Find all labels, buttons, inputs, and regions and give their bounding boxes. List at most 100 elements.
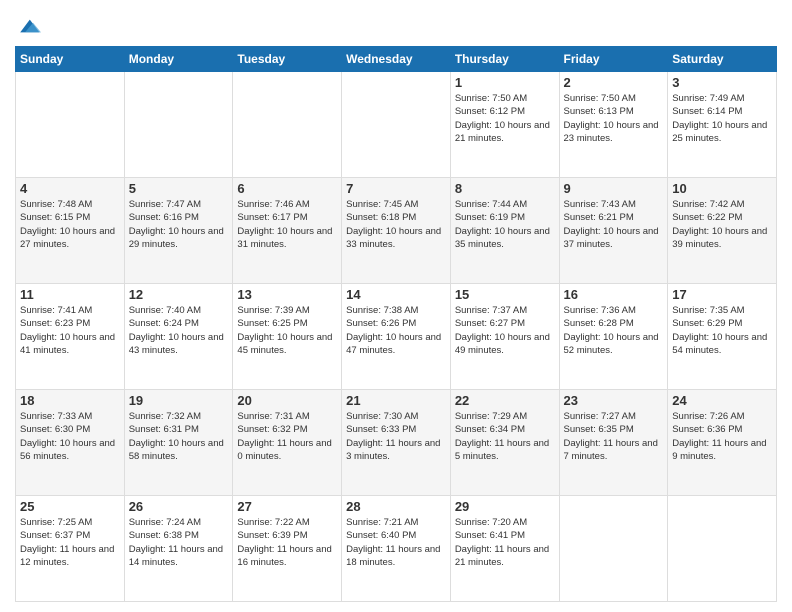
calendar-cell: 12 Sunrise: 7:40 AMSunset: 6:24 PMDayligh…: [124, 284, 233, 390]
day-detail: Sunrise: 7:33 AMSunset: 6:30 PMDaylight:…: [20, 410, 120, 463]
calendar-cell: 28 Sunrise: 7:21 AMSunset: 6:40 PMDayligh…: [342, 496, 451, 602]
day-detail: Sunrise: 7:25 AMSunset: 6:37 PMDaylight:…: [20, 516, 120, 569]
day-detail: Sunrise: 7:29 AMSunset: 6:34 PMDaylight:…: [455, 410, 555, 463]
day-number: 2: [564, 75, 664, 90]
day-number: 11: [20, 287, 120, 302]
day-number: 5: [129, 181, 229, 196]
calendar-cell: 25 Sunrise: 7:25 AMSunset: 6:37 PMDayligh…: [16, 496, 125, 602]
day-detail: Sunrise: 7:44 AMSunset: 6:19 PMDaylight:…: [455, 198, 555, 251]
calendar-cell: 16 Sunrise: 7:36 AMSunset: 6:28 PMDayligh…: [559, 284, 668, 390]
calendar-week-row: 18 Sunrise: 7:33 AMSunset: 6:30 PMDayligh…: [16, 390, 777, 496]
calendar-cell: 2 Sunrise: 7:50 AMSunset: 6:13 PMDaylight…: [559, 72, 668, 178]
calendar-week-row: 25 Sunrise: 7:25 AMSunset: 6:37 PMDayligh…: [16, 496, 777, 602]
day-detail: Sunrise: 7:26 AMSunset: 6:36 PMDaylight:…: [672, 410, 772, 463]
calendar-cell: 4 Sunrise: 7:48 AMSunset: 6:15 PMDaylight…: [16, 178, 125, 284]
calendar-cell: 22 Sunrise: 7:29 AMSunset: 6:34 PMDayligh…: [450, 390, 559, 496]
calendar-header-row: SundayMondayTuesdayWednesdayThursdayFrid…: [16, 47, 777, 72]
calendar-cell: 21 Sunrise: 7:30 AMSunset: 6:33 PMDayligh…: [342, 390, 451, 496]
calendar-page: SundayMondayTuesdayWednesdayThursdayFrid…: [0, 0, 792, 612]
logo: [15, 14, 41, 38]
calendar-cell: [233, 72, 342, 178]
calendar-cell: 19 Sunrise: 7:32 AMSunset: 6:31 PMDayligh…: [124, 390, 233, 496]
day-number: 26: [129, 499, 229, 514]
day-number: 16: [564, 287, 664, 302]
day-detail: Sunrise: 7:39 AMSunset: 6:25 PMDaylight:…: [237, 304, 337, 357]
day-number: 22: [455, 393, 555, 408]
day-detail: Sunrise: 7:43 AMSunset: 6:21 PMDaylight:…: [564, 198, 664, 251]
calendar-cell: 17Sunrise: 7:35 AMSunset: 6:29 PMDayligh…: [668, 284, 777, 390]
day-number: 25: [20, 499, 120, 514]
calendar-cell: 5 Sunrise: 7:47 AMSunset: 6:16 PMDaylight…: [124, 178, 233, 284]
calendar-cell: 15Sunrise: 7:37 AMSunset: 6:27 PMDayligh…: [450, 284, 559, 390]
calendar-cell: 29Sunrise: 7:20 AMSunset: 6:41 PMDayligh…: [450, 496, 559, 602]
day-header-monday: Monday: [124, 47, 233, 72]
calendar-cell: [342, 72, 451, 178]
day-number: 12: [129, 287, 229, 302]
calendar-cell: [559, 496, 668, 602]
day-detail: Sunrise: 7:32 AMSunset: 6:31 PMDaylight:…: [129, 410, 229, 463]
calendar-cell: 26 Sunrise: 7:24 AMSunset: 6:38 PMDayligh…: [124, 496, 233, 602]
day-detail: Sunrise: 7:47 AMSunset: 6:16 PMDaylight:…: [129, 198, 229, 251]
day-number: 4: [20, 181, 120, 196]
calendar-cell: 7 Sunrise: 7:45 AMSunset: 6:18 PMDaylight…: [342, 178, 451, 284]
day-number: 19: [129, 393, 229, 408]
day-detail: Sunrise: 7:27 AMSunset: 6:35 PMDaylight:…: [564, 410, 664, 463]
calendar-cell: 20Sunrise: 7:31 AMSunset: 6:32 PMDayligh…: [233, 390, 342, 496]
calendar-cell: 3 Sunrise: 7:49 AMSunset: 6:14 PMDaylight…: [668, 72, 777, 178]
day-detail: Sunrise: 7:49 AMSunset: 6:14 PMDaylight:…: [672, 92, 772, 145]
calendar-table: SundayMondayTuesdayWednesdayThursdayFrid…: [15, 46, 777, 602]
day-detail: Sunrise: 7:37 AMSunset: 6:27 PMDaylight:…: [455, 304, 555, 357]
day-detail: Sunrise: 7:46 AMSunset: 6:17 PMDaylight:…: [237, 198, 337, 251]
day-number: 24: [672, 393, 772, 408]
calendar-week-row: 11 Sunrise: 7:41 AMSunset: 6:23 PMDayligh…: [16, 284, 777, 390]
day-number: 9: [564, 181, 664, 196]
day-number: 7: [346, 181, 446, 196]
day-detail: Sunrise: 7:21 AMSunset: 6:40 PMDaylight:…: [346, 516, 446, 569]
day-number: 21: [346, 393, 446, 408]
day-detail: Sunrise: 7:24 AMSunset: 6:38 PMDaylight:…: [129, 516, 229, 569]
calendar-cell: 1 Sunrise: 7:50 AMSunset: 6:12 PMDaylight…: [450, 72, 559, 178]
day-detail: Sunrise: 7:35 AMSunset: 6:29 PMDaylight:…: [672, 304, 772, 357]
day-number: 27: [237, 499, 337, 514]
calendar-cell: 14 Sunrise: 7:38 AMSunset: 6:26 PMDayligh…: [342, 284, 451, 390]
day-detail: Sunrise: 7:41 AMSunset: 6:23 PMDaylight:…: [20, 304, 120, 357]
logo-icon: [17, 14, 41, 38]
day-header-saturday: Saturday: [668, 47, 777, 72]
day-number: 18: [20, 393, 120, 408]
day-header-thursday: Thursday: [450, 47, 559, 72]
day-detail: Sunrise: 7:36 AMSunset: 6:28 PMDaylight:…: [564, 304, 664, 357]
calendar-cell: [668, 496, 777, 602]
calendar-cell: 8 Sunrise: 7:44 AMSunset: 6:19 PMDaylight…: [450, 178, 559, 284]
calendar-cell: 23 Sunrise: 7:27 AMSunset: 6:35 PMDayligh…: [559, 390, 668, 496]
calendar-cell: 18 Sunrise: 7:33 AMSunset: 6:30 PMDayligh…: [16, 390, 125, 496]
calendar-cell: 11 Sunrise: 7:41 AMSunset: 6:23 PMDayligh…: [16, 284, 125, 390]
day-number: 14: [346, 287, 446, 302]
day-number: 3: [672, 75, 772, 90]
day-number: 28: [346, 499, 446, 514]
day-detail: Sunrise: 7:20 AMSunset: 6:41 PMDaylight:…: [455, 516, 555, 569]
day-header-sunday: Sunday: [16, 47, 125, 72]
day-header-wednesday: Wednesday: [342, 47, 451, 72]
day-detail: Sunrise: 7:22 AMSunset: 6:39 PMDaylight:…: [237, 516, 337, 569]
day-detail: Sunrise: 7:38 AMSunset: 6:26 PMDaylight:…: [346, 304, 446, 357]
calendar-week-row: 4 Sunrise: 7:48 AMSunset: 6:15 PMDaylight…: [16, 178, 777, 284]
day-header-friday: Friday: [559, 47, 668, 72]
day-detail: Sunrise: 7:30 AMSunset: 6:33 PMDaylight:…: [346, 410, 446, 463]
calendar-cell: 24 Sunrise: 7:26 AMSunset: 6:36 PMDayligh…: [668, 390, 777, 496]
day-detail: Sunrise: 7:50 AMSunset: 6:12 PMDaylight:…: [455, 92, 555, 145]
day-number: 1: [455, 75, 555, 90]
day-number: 8: [455, 181, 555, 196]
calendar-cell: 10 Sunrise: 7:42 AMSunset: 6:22 PMDayligh…: [668, 178, 777, 284]
day-detail: Sunrise: 7:48 AMSunset: 6:15 PMDaylight:…: [20, 198, 120, 251]
day-detail: Sunrise: 7:45 AMSunset: 6:18 PMDaylight:…: [346, 198, 446, 251]
day-detail: Sunrise: 7:50 AMSunset: 6:13 PMDaylight:…: [564, 92, 664, 145]
day-detail: Sunrise: 7:40 AMSunset: 6:24 PMDaylight:…: [129, 304, 229, 357]
calendar-cell: 13Sunrise: 7:39 AMSunset: 6:25 PMDayligh…: [233, 284, 342, 390]
day-detail: Sunrise: 7:42 AMSunset: 6:22 PMDaylight:…: [672, 198, 772, 251]
calendar-cell: 9 Sunrise: 7:43 AMSunset: 6:21 PMDaylight…: [559, 178, 668, 284]
day-number: 23: [564, 393, 664, 408]
calendar-week-row: 1 Sunrise: 7:50 AMSunset: 6:12 PMDaylight…: [16, 72, 777, 178]
day-number: 10: [672, 181, 772, 196]
calendar-cell: 6Sunrise: 7:46 AMSunset: 6:17 PMDaylight…: [233, 178, 342, 284]
calendar-cell: 27 Sunrise: 7:22 AMSunset: 6:39 PMDayligh…: [233, 496, 342, 602]
